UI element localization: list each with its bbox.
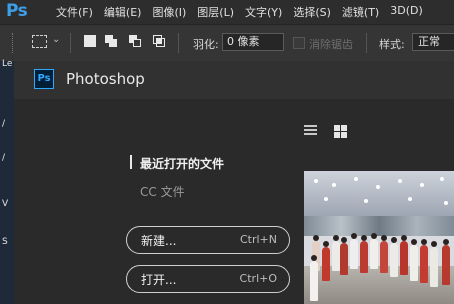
menu-image[interactable]: 图像(I) (152, 4, 186, 20)
menu-list: 文件(F) 编辑(E) 图像(I) 图层(L) 文字(Y) 选择(S) 滤镜(T… (56, 4, 434, 20)
recent-file-thumbnail[interactable] (304, 171, 454, 304)
menu-filter[interactable]: 滤镜(T) (342, 4, 379, 20)
antialias-checkbox[interactable] (293, 37, 305, 49)
workspace-header: Ps Photoshop (14, 61, 454, 99)
active-section-marker (130, 155, 132, 169)
desktop-edge: Le / / V S (0, 59, 14, 304)
grid-view-icon[interactable] (334, 125, 347, 138)
app-logo: Ps (6, 1, 28, 21)
new-selection-icon[interactable] (84, 35, 96, 47)
intersect-selection-icon[interactable] (153, 35, 165, 47)
menu-type[interactable]: 文字(Y) (245, 4, 282, 20)
options-grip-handle[interactable] (12, 33, 16, 53)
menu-3d[interactable]: 3D(D) (390, 4, 423, 20)
menu-bar: Ps 文件(F) 编辑(E) 图像(I) 图层(L) 文字(Y) 选择(S) 滤… (0, 0, 454, 24)
menu-file[interactable]: 文件(F) (56, 4, 93, 20)
edge-text: / (2, 153, 6, 163)
edge-text: V (2, 199, 9, 209)
list-view-icon[interactable] (304, 125, 317, 136)
antialias-label: 消除锯齿 (309, 38, 353, 51)
divider (70, 33, 71, 53)
thumbnail-shelves (304, 216, 454, 236)
recent-files-link[interactable]: 最近打开的文件 (140, 155, 224, 172)
new-button-shortcut: Ctrl+N (239, 233, 277, 246)
open-button-shortcut: Ctrl+O (239, 272, 277, 285)
menu-layer[interactable]: 图层(L) (197, 4, 234, 20)
thumbnail-ceiling (304, 171, 454, 216)
divider (366, 33, 367, 53)
workspace-title: Photoshop (66, 70, 145, 88)
style-select[interactable]: 正常 (412, 33, 454, 51)
subtract-from-selection-icon[interactable] (129, 35, 141, 47)
feather-input[interactable]: 0 像素 (222, 33, 284, 51)
tool-preset-chevron-icon[interactable]: ⌄ (52, 34, 60, 45)
divider (178, 33, 179, 53)
new-document-button[interactable]: 新建... Ctrl+N (126, 226, 290, 254)
feather-label: 羽化: (193, 38, 219, 51)
options-bar: ⌄ 羽化: 0 像素 消除锯齿 样式: 正常 (0, 24, 454, 62)
menu-select[interactable]: 选择(S) (293, 4, 331, 20)
new-button-label: 新建... (141, 234, 177, 248)
photoshop-logo-icon: Ps (34, 69, 54, 89)
edge-text: S (2, 237, 8, 247)
edge-text: / (2, 119, 6, 129)
menu-edit[interactable]: 编辑(E) (104, 4, 142, 20)
cc-files-link[interactable]: CC 文件 (140, 183, 185, 200)
add-to-selection-icon[interactable] (105, 35, 117, 47)
edge-text: Le (2, 59, 13, 69)
rect-marquee-icon[interactable] (32, 35, 47, 48)
open-button-label: 打开... (141, 273, 177, 287)
style-label: 样式: (379, 38, 405, 51)
open-document-button[interactable]: 打开... Ctrl+O (126, 265, 290, 293)
start-workspace: Ps Photoshop 最近打开的文件 CC 文件 新建... Ctrl+N … (14, 61, 454, 304)
